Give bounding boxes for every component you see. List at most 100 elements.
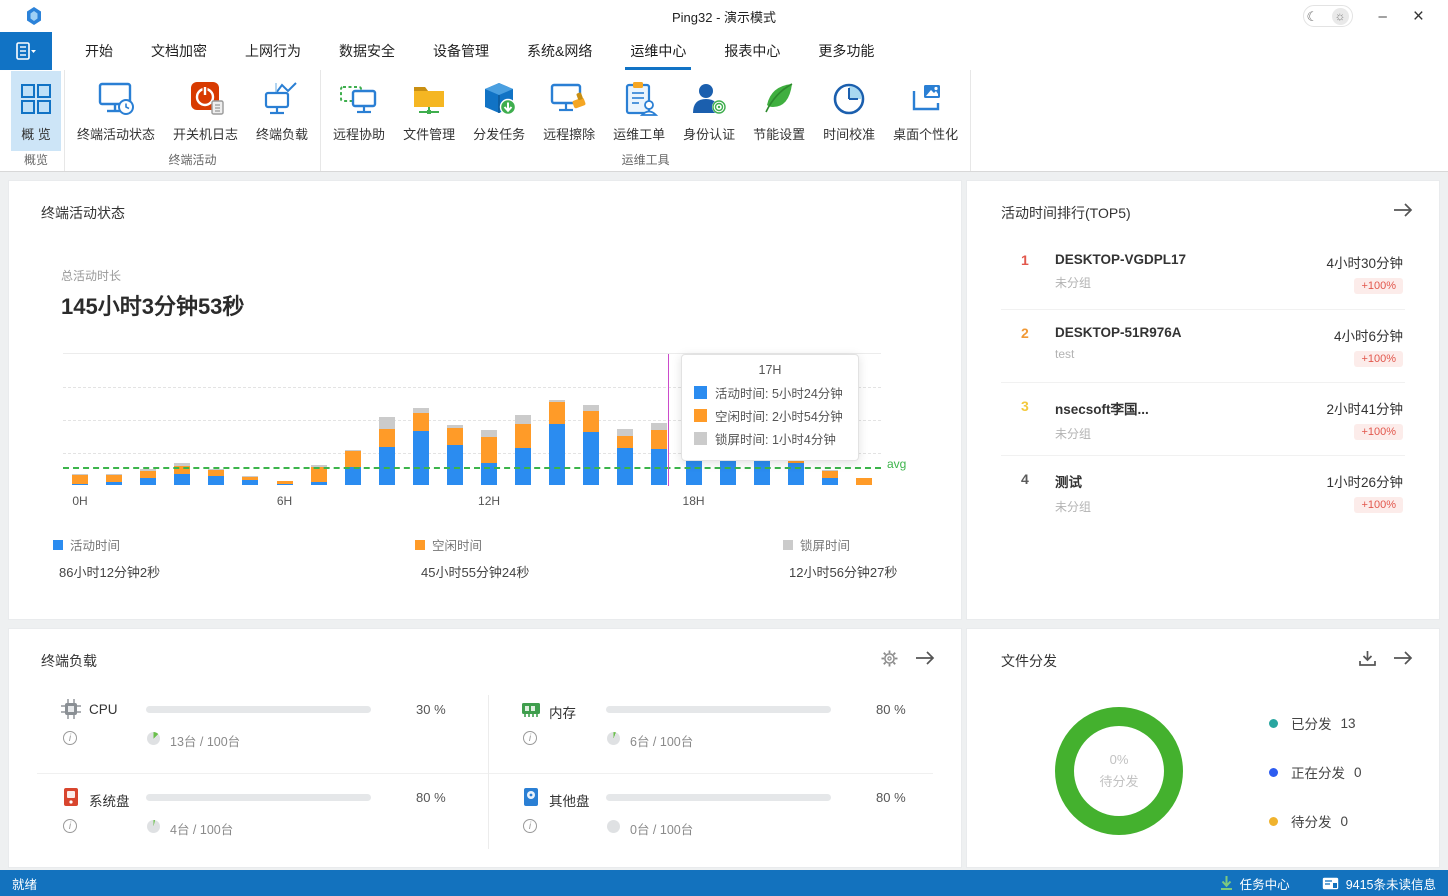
tab-doc-encrypt[interactable]: 文档加密 [132,32,226,70]
arrow-right-icon[interactable] [1393,648,1413,668]
donut-center-label: 0% 待分发 [1055,707,1183,835]
chart-bar-1H[interactable] [106,474,122,485]
info-icon[interactable]: i [523,819,537,833]
chart-bar-10H[interactable] [413,408,429,485]
chart-bar-15H[interactable] [583,405,599,485]
mini-pie-icon [607,732,620,745]
ribbon-item-terminal-load[interactable]: 终端负载 [247,71,317,151]
rank-number: 4 [1021,471,1055,529]
tooltip-text: 锁屏时间: 1小时4分钟 [715,429,836,448]
ribbon-item-label: 开关机日志 [173,124,238,143]
ribbon-item-distribute-task[interactable]: 分发任务 [464,71,534,151]
info-icon[interactable]: i [63,731,77,745]
tab-ops-center[interactable]: 运维中心 [611,32,705,70]
ribbon-item-remote-assist[interactable]: 远程协助 [324,71,394,151]
chart-bar-12H[interactable] [481,430,497,485]
chart-bar-13H[interactable] [515,415,531,485]
legend-value: 0 [1341,814,1349,829]
chart-bar-0H[interactable] [72,474,88,485]
arrow-right-icon[interactable] [1393,200,1413,220]
ribbon-item-terminal-activity-status[interactable]: 终端活动状态 [68,71,164,151]
legend-active-time: 活动时间 86小时12分钟2秒 [53,535,160,581]
arrow-right-icon[interactable] [915,648,935,668]
tab-system-network[interactable]: 系统&网络 [508,32,611,70]
theme-toggle[interactable]: ☾ ☼ [1303,5,1353,27]
chart-bar-17H[interactable] [651,423,667,485]
activity-stacked-bar-chart[interactable]: 17H 活动时间: 5小时24分钟 空闲时间: 2小时54分钟 锁屏时间: 1小… [63,353,881,485]
mini-pie-icon [147,820,160,833]
locked-time-chip [694,432,707,445]
ranking-row[interactable]: 1 DESKTOP-VGDPL17 未分组 4小时30分钟 +100% [1001,237,1405,310]
terminal-name: DESKTOP-51R976A [1055,325,1334,340]
ribbon-group-ops-tools: 远程协助 文件管理 [321,70,971,171]
app-menu-button[interactable] [0,32,52,70]
donut-status: 待分发 [1099,771,1138,790]
rank-number: 2 [1021,325,1055,382]
ribbon-group-label: 概览 [11,151,61,171]
ribbon-item-ops-ticket[interactable]: 运维工单 [604,71,674,151]
panel-title: 活动时间排行(TOP5) [1001,203,1131,223]
ranking-row[interactable]: 3 nsecsoft李国... 未分组 2小时41分钟 +100% [1001,383,1405,456]
delta-badge: +100% [1354,497,1403,513]
chart-bar-2H[interactable] [140,469,156,485]
legend-chip [783,540,793,550]
ribbon-item-desktop-personalize[interactable]: 桌面个性化 [884,71,967,151]
system-disk-progress-bar [146,794,371,801]
app-menu-icon [15,42,37,60]
tab-device-mgmt[interactable]: 设备管理 [414,32,508,70]
chart-bar-11H[interactable] [447,425,463,485]
chart-bar-5H[interactable] [242,476,258,485]
legend-dot [1269,768,1278,777]
download-arrow-icon [1220,876,1233,890]
info-icon[interactable]: i [63,819,77,833]
ribbon-item-power-log[interactable]: 开关机日志 [164,71,247,151]
ribbon-item-remote-wipe[interactable]: 远程擦除 [534,71,604,151]
ribbon-item-label: 节能设置 [753,124,805,143]
tab-more-functions[interactable]: 更多功能 [799,32,893,70]
tab-start[interactable]: 开始 [66,32,132,70]
active-time-chip [694,386,707,399]
window-title: Ping32 - 演示模式 [672,7,776,26]
ribbon-item-energy-saving[interactable]: 节能设置 [744,71,814,151]
ribbon-group-label: 运维工具 [324,151,967,171]
minimize-button[interactable]: – [1379,8,1387,25]
chart-bar-16H[interactable] [617,429,633,485]
chart-bar-22H[interactable] [822,470,838,485]
legend-value: 45小时55分钟24秒 [421,562,529,581]
gear-icon[interactable] [879,648,899,668]
load-percent: 80 % [876,702,906,717]
task-center-button[interactable]: 任务中心 [1220,874,1290,893]
ranking-row[interactable]: 2 DESKTOP-51R976A test 4小时6分钟 +100% [1001,310,1405,383]
load-item-other-disk: 其他盘 80 % i 0台 / 100台 [499,779,929,867]
legend-label: 已分发 [1291,713,1332,733]
ribbon-item-time-calibration[interactable]: 时间校准 [814,71,884,151]
legend-chip [53,540,63,550]
donut-percent: 0% [1110,752,1129,767]
delta-badge: +100% [1354,351,1403,367]
tab-data-security[interactable]: 数据安全 [320,32,414,70]
chart-bar-4H[interactable] [208,469,224,485]
ribbon-item-label: 运维工单 [613,124,665,143]
ranking-row[interactable]: 4 测试 未分组 1小时26分钟 +100% [1001,456,1405,529]
info-icon[interactable]: i [523,731,537,745]
unread-messages-button[interactable]: 9415条未读信息 [1322,874,1436,893]
ribbon-item-overview[interactable]: 概 览 [11,71,61,151]
panel-title: 终端活动状态 [41,203,125,223]
chart-bar-6H[interactable] [277,481,293,485]
dist-legend-distributed: 已分发 13 [1269,713,1356,733]
ribbon-item-identity-auth[interactable]: 身份认证 [674,71,744,151]
tab-web-behavior[interactable]: 上网行为 [226,32,320,70]
tab-report-center[interactable]: 报表中心 [705,32,799,70]
chart-bar-9H[interactable] [379,417,395,485]
ribbon-item-file-manager[interactable]: 文件管理 [394,71,464,151]
ribbon-group-label: 终端活动 [68,151,317,171]
download-tray-icon[interactable] [1357,648,1377,668]
ribbon-item-label: 分发任务 [473,124,525,143]
close-button[interactable]: × [1413,7,1424,26]
monitor-chart-icon [262,79,302,119]
chart-bar-23H[interactable] [856,478,872,485]
chart-bar-14H[interactable] [549,400,565,485]
legend-label: 锁屏时间 [800,535,850,554]
activity-ranking-panel: 活动时间排行(TOP5) 1 DESKTOP-VGDPL17 未分组 4小时30… [966,180,1440,620]
mini-pie-icon [147,732,160,745]
